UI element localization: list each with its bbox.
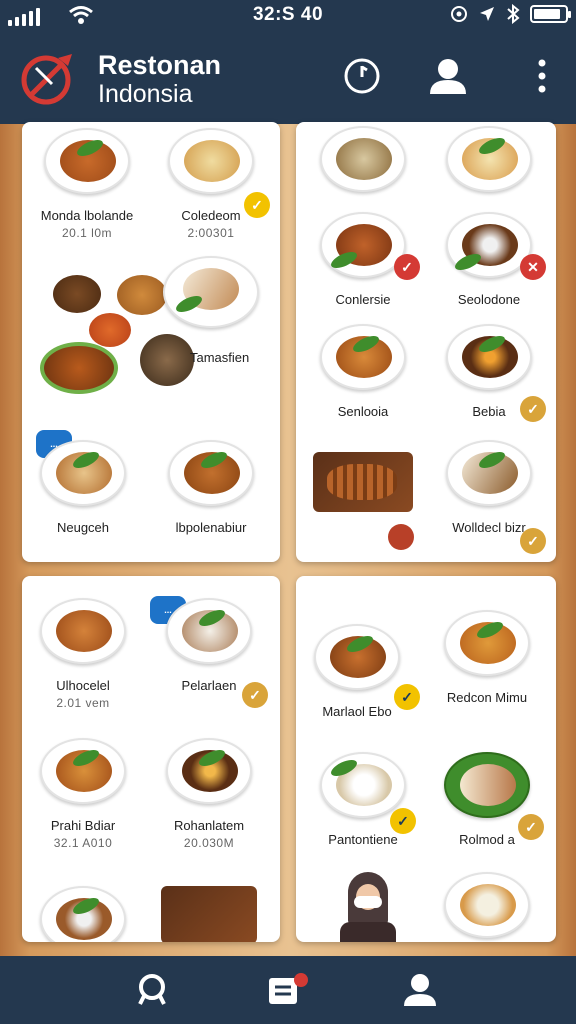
dish-name: Pantontiene (328, 832, 398, 847)
dish-card[interactable] (428, 126, 550, 192)
dish-price: 20.1 l0m (61, 226, 113, 240)
more-menu-button[interactable] (522, 56, 562, 96)
dish-image (166, 598, 252, 664)
restaurant-logo-icon (21, 54, 72, 105)
dish-name: Senlooia (337, 404, 389, 419)
app-subtitle: Indonsia (98, 80, 193, 108)
nav-search-button[interactable] (130, 968, 174, 1012)
dish-card[interactable] (302, 452, 424, 512)
dish-panel-1: Monda lbolande 20.1 l0m Coledeom 2:00301… (22, 122, 280, 562)
dish-name: Tamasfien (190, 350, 250, 365)
dish-card[interactable] (150, 256, 272, 328)
nav-orders-button[interactable] (266, 968, 310, 1012)
dish-card[interactable] (148, 886, 270, 942)
dish-card[interactable]: Pelarlaen (148, 598, 270, 693)
dish-image (444, 872, 530, 938)
dish-name: Neugceh (56, 520, 110, 535)
dish-card[interactable] (426, 872, 548, 938)
dish-name: Prahi Bdiar (50, 818, 116, 833)
battery-icon (530, 5, 571, 23)
dish-card[interactable] (302, 126, 424, 192)
dish-card[interactable]: Prahi Bdiar 32.1 A010 (22, 738, 144, 850)
dish-price: 2.01 vem (56, 696, 110, 710)
dish-card[interactable]: Coledeom 2:00301 (150, 128, 272, 240)
dish-image (320, 752, 406, 818)
dish-card[interactable]: Rohanlatem 20.030M (148, 738, 270, 850)
check-badge: ✓ (520, 528, 546, 554)
dish-card[interactable]: Monda lbolande 20.1 l0m (26, 128, 148, 240)
dish-name: Conlersie (335, 292, 391, 307)
dish-name: Ulhocelel (56, 678, 110, 693)
dish-image (40, 598, 126, 664)
dish-price: 20.030M (183, 836, 235, 850)
dish-card[interactable]: Ulhocelel 2.01 vem (22, 598, 144, 710)
close-badge: ✕ (520, 254, 546, 280)
check-badge: ✓ (394, 254, 420, 280)
search-icon (138, 974, 166, 1005)
dish-image (320, 324, 406, 390)
nav-account-button[interactable] (398, 968, 442, 1012)
dish-panel-2: Conlersie ✓ Seolodone ✕ Senlooia Bebia ✓… (296, 122, 556, 562)
dish-image (444, 752, 530, 818)
dish-name: Redcon Mimu (446, 690, 528, 705)
app-title: Restonan (98, 50, 222, 80)
dish-image (313, 452, 413, 512)
dish-image (320, 126, 406, 192)
dish-image (446, 324, 532, 390)
check-badge: ✓ (390, 808, 416, 834)
dish-card[interactable] (22, 886, 144, 942)
dish-price: 32.1 A010 (53, 836, 113, 850)
dish-image (40, 440, 126, 506)
bluetooth-icon (507, 4, 520, 24)
dish-image (161, 886, 257, 942)
status-bar: 32:S 40 (0, 0, 576, 30)
navigation-arrow-icon (480, 7, 494, 21)
dish-name: Monda lbolande (40, 208, 134, 223)
clock-icon (344, 58, 380, 94)
dish-name: Rohanlatem (173, 818, 245, 833)
user-icon (430, 59, 466, 94)
dish-image (166, 738, 252, 804)
check-badge: ✓ (518, 814, 544, 840)
person-illustration (340, 872, 396, 942)
user-icon (404, 974, 436, 1006)
more-vertical-icon (538, 59, 546, 93)
dish-image (44, 128, 130, 194)
dish-panel-3: Ulhocelel 2.01 vem ... Pelarlaen ✓ Prahi… (22, 576, 280, 942)
sauce-badge (388, 524, 414, 550)
dish-card[interactable]: lbpolenabiur (150, 440, 272, 535)
dish-card[interactable]: Senlooia (302, 324, 424, 419)
bottom-navigation (0, 956, 576, 1024)
dish-image (168, 440, 254, 506)
dish-image (163, 256, 259, 328)
dish-image (40, 738, 126, 804)
dish-name: lbpolenabiur (175, 520, 247, 535)
check-badge: ✓ (244, 192, 270, 218)
dish-card[interactable]: Neugceh (22, 440, 144, 535)
dish-price: 2:00301 (187, 226, 235, 240)
dish-image (446, 440, 532, 506)
app-screen: 32:S 40 Restonan Indonsia Monda lbolande… (0, 0, 576, 1024)
dish-image (40, 886, 126, 942)
check-badge: ✓ (394, 684, 420, 710)
dish-image (168, 128, 254, 194)
check-badge: ✓ (520, 396, 546, 422)
dish-image (314, 624, 400, 690)
location-icon (451, 6, 467, 22)
app-header: Restonan Indonsia (0, 30, 576, 124)
dish-card[interactable]: Wolldecl bizr (428, 440, 550, 535)
dish-panel-4: Marlaol Ebo ✓ Redcon Mimu Pantontiene ✓ … (296, 576, 556, 942)
list-icon (269, 973, 308, 1004)
dish-name: Seolodone (457, 292, 521, 307)
profile-button[interactable] (428, 56, 468, 96)
history-button[interactable] (342, 56, 382, 96)
dish-image (444, 610, 530, 676)
check-badge: ✓ (242, 682, 268, 708)
dish-image (446, 126, 532, 192)
dish-card[interactable]: Redcon Mimu (426, 610, 548, 705)
